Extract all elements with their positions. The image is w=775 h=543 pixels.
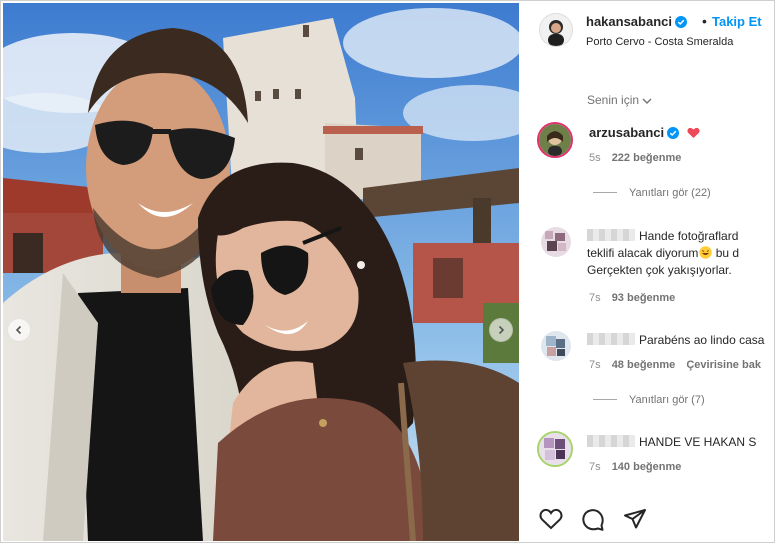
comment-likes[interactable]: 93 beğenme	[612, 292, 676, 304]
comment-text: Hande fotoğraflard teklifi alacak diyoru…	[587, 228, 774, 279]
comment-time: 7s	[589, 292, 601, 304]
author-username[interactable]: hakansabanci	[586, 14, 687, 29]
comment-text-line: Parabéns ao lindo casa	[639, 333, 765, 347]
author-username-text[interactable]: hakansabanci	[586, 14, 672, 29]
separator-dot: •	[702, 13, 707, 29]
chevron-left-icon	[15, 325, 22, 335]
commenter-username-text[interactable]: arzusabanci	[589, 125, 664, 140]
comment-text-line: Hande fotoğraflard	[639, 229, 739, 243]
heart-icon[interactable]	[539, 508, 563, 530]
comments-panel: hakansabanci • Takip Et Porto Cervo - Co…	[521, 1, 774, 542]
post-actions-bar	[539, 508, 659, 534]
laughing-emoji-icon	[699, 246, 713, 259]
comment-meta: 5s 222 beğenme	[589, 152, 689, 164]
comment-sort-dropdown[interactable]: Senin için	[587, 93, 652, 107]
avatar-image	[539, 433, 571, 465]
view-replies-button[interactable]: Yanıtları gör (22)	[593, 187, 711, 199]
photo-illustration	[3, 3, 519, 541]
follow-button[interactable]: Takip Et	[712, 14, 762, 29]
comment-text: Parabéns ao lindo casa	[587, 332, 774, 349]
comment-text-line: HANDE VE HAKAN S	[639, 435, 757, 449]
avatar-image	[539, 124, 571, 156]
comment-likes[interactable]: 222 beğenme	[612, 152, 682, 164]
post-photo	[3, 3, 519, 541]
comment-time: 7s	[589, 359, 601, 371]
comment-time: 7s	[589, 461, 601, 473]
commenter-avatar-obscured[interactable]	[541, 227, 571, 257]
avatar-image	[541, 227, 571, 257]
view-replies-label: Yanıtları gör (7)	[629, 394, 705, 406]
post-location[interactable]: Porto Cervo - Costa Smeralda	[586, 36, 733, 48]
instagram-post-window: hakansabanci • Takip Et Porto Cervo - Co…	[0, 0, 775, 543]
comment-likes[interactable]: 48 beğenme	[612, 359, 676, 371]
commenter-avatar[interactable]	[537, 122, 573, 158]
comment-text-line: bu d	[712, 246, 740, 260]
sort-label: Senin için	[587, 93, 640, 107]
comment-text-line: teklifi alacak diyorum	[587, 246, 699, 260]
obscured-username	[587, 229, 635, 241]
previous-photo-button[interactable]	[7, 318, 31, 342]
comment-meta: 7s 93 beğenme	[589, 292, 683, 304]
share-icon[interactable]	[623, 508, 647, 530]
commenter-avatar-obscured[interactable]	[541, 331, 571, 361]
next-photo-button[interactable]	[489, 318, 513, 342]
replies-divider	[593, 192, 617, 193]
see-translation-button[interactable]: Çevirisine bak	[686, 359, 761, 371]
avatar-image	[540, 14, 572, 46]
chevron-down-icon	[642, 98, 652, 104]
comment-meta: 7s 48 beğenme Çevirisine bak	[589, 359, 769, 371]
chevron-right-icon	[498, 325, 505, 335]
verified-badge-icon	[675, 16, 687, 28]
comment-likes[interactable]: 140 beğenme	[612, 461, 682, 473]
commenter-username[interactable]: arzusabanci	[589, 125, 700, 140]
comment-text-line: Gerçekten çok yakışıyorlar.	[587, 263, 732, 277]
verified-badge-icon	[667, 127, 680, 139]
avatar-image	[541, 331, 571, 361]
comment-text: HANDE VE HAKAN S	[587, 434, 774, 451]
view-replies-label: Yanıtları gör (22)	[629, 187, 711, 199]
replies-divider	[593, 399, 617, 400]
red-heart-emoji-icon	[687, 127, 700, 138]
comment-icon[interactable]	[581, 508, 605, 532]
obscured-username	[587, 435, 635, 447]
view-replies-button[interactable]: Yanıtları gör (7)	[593, 394, 705, 406]
obscured-username	[587, 333, 635, 345]
comment-time: 5s	[589, 152, 601, 164]
comment-meta: 7s 140 beğenme	[589, 461, 689, 473]
commenter-avatar-obscured[interactable]	[537, 431, 573, 467]
author-avatar[interactable]	[539, 13, 573, 47]
